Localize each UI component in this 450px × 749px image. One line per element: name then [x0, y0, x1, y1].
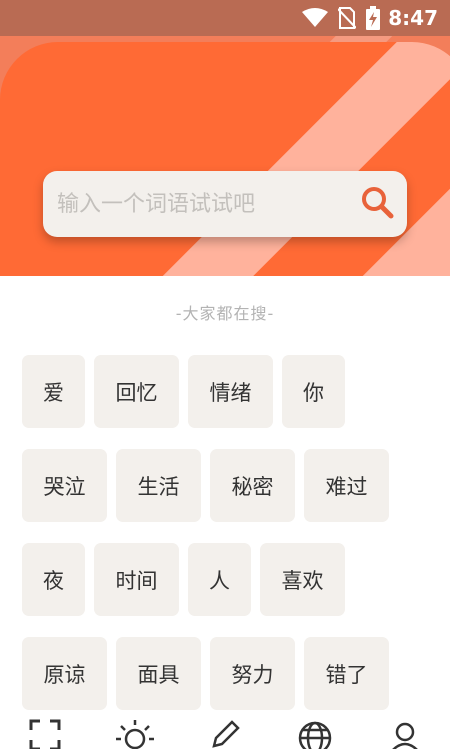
search-box: [43, 171, 407, 237]
globe-icon: [297, 718, 333, 749]
hero-card: [0, 42, 450, 276]
tag-button[interactable]: 原谅: [22, 637, 107, 710]
search-icon: [360, 185, 394, 223]
tag-row: 爱 回忆 情绪 你: [22, 355, 442, 428]
wifi-icon: [302, 8, 329, 28]
bottom-nav: [0, 718, 450, 749]
hot-search-title: -大家都在搜-: [175, 304, 275, 323]
tag-button[interactable]: 难过: [304, 449, 389, 522]
tag-button[interactable]: 人: [188, 543, 251, 616]
tag-button[interactable]: 喜欢: [260, 543, 345, 616]
pen-icon: [208, 718, 242, 749]
user-icon: [388, 718, 422, 749]
search-input[interactable]: [43, 190, 347, 218]
search-button[interactable]: [347, 171, 407, 237]
sun-icon: [116, 718, 154, 749]
tag-button[interactable]: 时间: [94, 543, 179, 616]
tag-button[interactable]: 回忆: [94, 355, 179, 428]
hot-tags: 爱 回忆 情绪 你 哭泣 生活 秘密 难过 夜 时间 人 喜欢 原谅 面具 努力…: [22, 355, 442, 731]
status-time: 8:47: [388, 6, 438, 30]
tag-button[interactable]: 生活: [116, 449, 201, 522]
tag-button[interactable]: 爱: [22, 355, 85, 428]
status-bar: 8:47: [0, 0, 450, 36]
nav-profile[interactable]: [380, 718, 430, 749]
tag-button[interactable]: 哭泣: [22, 449, 107, 522]
tag-row: 原谅 面具 努力 错了: [22, 637, 442, 710]
tag-row: 哭泣 生活 秘密 难过: [22, 449, 442, 522]
tag-button[interactable]: 夜: [22, 543, 85, 616]
scan-icon: [28, 718, 62, 749]
tag-button[interactable]: 情绪: [188, 355, 273, 428]
tag-button[interactable]: 错了: [304, 637, 389, 710]
tag-button[interactable]: 面具: [116, 637, 201, 710]
nav-explore[interactable]: [290, 718, 340, 749]
nav-scan[interactable]: [20, 718, 70, 749]
battery-charging-icon: [366, 6, 381, 30]
nav-write[interactable]: [200, 718, 250, 749]
tag-row: 夜 时间 人 喜欢: [22, 543, 442, 616]
tag-button[interactable]: 你: [282, 355, 345, 428]
nav-discover[interactable]: [110, 718, 160, 749]
tag-button[interactable]: 秘密: [210, 449, 295, 522]
no-sim-icon: [338, 7, 357, 29]
tag-button[interactable]: 努力: [210, 637, 295, 710]
